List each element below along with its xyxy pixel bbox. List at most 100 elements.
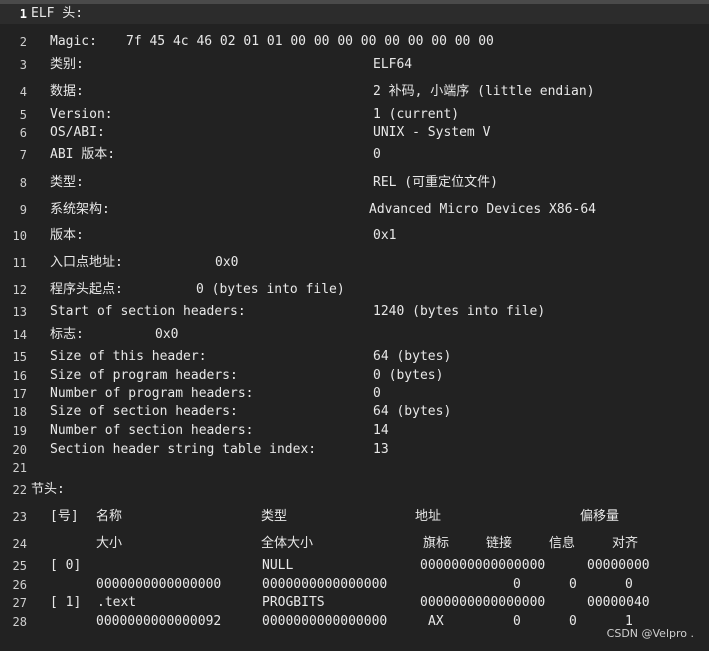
line-number: 28 [12,615,27,629]
editor-line[interactable]: 15 Size of this header: 64 (bytes) [0,347,709,367]
editor-line[interactable]: 14 标志: 0x0 [0,325,709,345]
line-number: 9 [19,203,27,217]
editor-line[interactable]: 4 数据: 2 补码, 小端序 (little endian) [0,82,709,102]
editor-line[interactable]: 25[ 0] NULL 0000000000000000 00000000 [0,556,709,576]
line-text: Size of this header: [50,349,207,364]
line-text: 链接 [486,536,513,551]
line-text: 0 [569,614,577,629]
line-number: 15 [12,350,27,364]
line-text: .text [97,595,137,610]
line-text: 0 [373,386,381,401]
line-text: 00000040 [587,595,650,610]
editor-line[interactable]: 26 0000000000000000 0000000000000000 0 0 0 [0,575,709,595]
editor-line[interactable]: 11 入口点地址: 0x0 [0,253,709,273]
line-text: 0000000000000000 [262,614,388,629]
text-editor[interactable]: 1 ELF 头: 2 Magic: 7f 45 4c 46 02 01 01 00 00… [0,4,709,651]
line-text: Start of section headers: [50,304,246,319]
line-number: 16 [12,369,27,383]
line-text: 名称 [96,509,123,524]
line-text: 0 [625,577,633,592]
line-number: 14 [12,328,27,342]
line-text: 旗标 [423,536,450,551]
editor-line[interactable]: 19 Number of section headers: 14 [0,421,709,441]
line-text: 64 (bytes) [373,404,452,419]
line-text: ABI 版本: [50,147,116,162]
line-text: 0x0 [215,255,239,270]
line-text: 1 (current) [373,107,460,122]
line-text: 程序头起点: [50,282,123,297]
line-text: Section header string table index: [50,442,317,457]
editor-line[interactable]: 16 Size of program headers: 0 (bytes) [0,366,709,386]
line-text: 0 (bytes) [373,368,444,383]
editor-line[interactable]: 2 Magic: 7f 45 4c 46 02 01 01 00 00 00 00 … [0,32,709,52]
line-text: 0 [513,614,521,629]
line-text: Size of section headers: [50,404,238,419]
line-number: 23 [12,510,27,524]
editor-line[interactable]: 18 Size of section headers: 64 (bytes) [0,402,709,422]
editor-line[interactable]: 3 类别: ELF64 [0,55,709,75]
line-number: 6 [19,126,27,140]
line-number: 13 [12,305,27,319]
line-text: PROGBITS [262,595,325,610]
line-text: ELF 头: [31,6,84,21]
line-text: 64 (bytes) [373,349,452,364]
line-text: 1240 (bytes into file) [373,304,546,319]
editor-line[interactable]: 27 [ 1] .text PROGBITS 0000000000000000 00000… [0,593,709,613]
line-number: 5 [19,108,27,122]
line-text: 0 (bytes into file) [196,282,345,297]
editor-line[interactable]: 5 Version: 1 (current) [0,105,709,125]
line-text: 14 [373,423,389,438]
editor-line[interactable]: 8 类型: REL (可重定位文件) [0,173,709,193]
line-number: 1 [19,7,27,21]
line-number: 10 [12,229,27,243]
line-number: 20 [12,443,27,457]
editor-line[interactable]: 6 OS/ABI: UNIX - System V [0,123,709,143]
line-text: 版本: [50,228,84,243]
csdn-watermark: CSDN @Velpro . [606,627,694,640]
line-text: 0000000000000000 [96,577,222,592]
editor-line[interactable]: 9 系统架构: Advanced Micro Devices X86-64 [0,200,709,220]
line-number: 12 [12,283,27,297]
line-text: 标志: [50,327,84,342]
line-text: Number of program headers: [50,386,254,401]
line-number: 3 [19,58,27,72]
editor-line[interactable]: 17 Number of program headers: 0 [0,384,709,404]
line-number: 18 [12,405,27,419]
line-text: 0 [569,577,577,592]
line-text: 0 [373,147,381,162]
line-text: [号] [50,509,79,524]
line-text: REL (可重定位文件) [373,175,498,190]
editor-line[interactable]: 1 ELF 头: [0,4,709,24]
line-text: 节头: [31,482,65,497]
line-number: 2 [19,35,27,49]
editor-line[interactable]: 28 0000000000000092 0000000000000000 AX 0 0 1 [0,612,709,632]
line-text: Size of program headers: [50,368,238,383]
line-text: ELF64 [373,57,413,72]
editor-line[interactable]: 12 程序头起点: 0 (bytes into file) [0,280,709,300]
line-text: 13 [373,442,389,457]
line-text: 7f 45 4c 46 02 01 01 00 00 00 00 00 00 0… [126,34,494,49]
line-text: 0 [513,577,521,592]
editor-line[interactable]: 7 ABI 版本: 0 [0,145,709,165]
line-text: [ 1] [50,595,82,610]
editor-line[interactable]: 20 Section header string table index: 13 [0,440,709,460]
line-text: 0000000000000000 [420,595,546,610]
line-text: [ 0] [50,558,82,573]
editor-line[interactable]: 24 大小 全体大小 旗标 链接 信息 对齐 [0,534,709,554]
line-text: 入口点地址: [50,255,123,270]
line-text: Version: [50,107,113,122]
line-text: 2 补码, 小端序 (little endian) [373,84,595,99]
editor-line[interactable]: 13 Start of section headers: 1240 (bytes i… [0,302,709,322]
editor-line[interactable]: 10 版本: 0x1 [0,226,709,246]
line-text: OS/ABI: [50,125,105,140]
line-text: NULL [262,558,294,573]
line-number: 19 [12,424,27,438]
editor-line[interactable]: 21 [0,458,709,478]
line-text: 0x0 [155,327,179,342]
editor-line[interactable]: 22 节头: [0,480,709,500]
line-text: 大小 [96,536,123,551]
line-text: 0000000000000000 [420,558,546,573]
editor-line[interactable]: 23 [号] 名称 类型 地址 偏移量 [0,507,709,527]
line-number: 7 [19,148,27,162]
line-text: 对齐 [612,536,639,551]
